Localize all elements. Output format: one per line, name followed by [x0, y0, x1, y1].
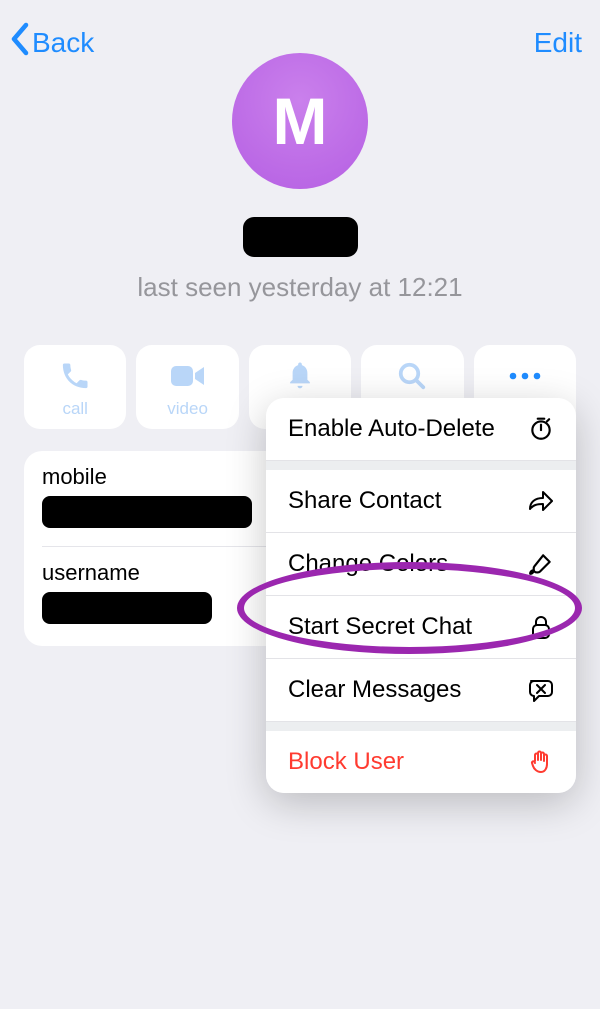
paintbrush-icon — [526, 551, 556, 577]
video-button[interactable]: video — [136, 345, 238, 429]
menu-clear-messages[interactable]: Clear Messages — [266, 658, 576, 721]
menu-item-label: Clear Messages — [288, 676, 461, 704]
share-arrow-icon — [526, 489, 556, 513]
edit-button[interactable]: Edit — [534, 22, 582, 59]
chevron-left-icon — [10, 22, 30, 63]
menu-block-user[interactable]: Block User — [266, 731, 576, 793]
back-button[interactable]: Back — [10, 22, 94, 63]
last-seen-status: last seen yesterday at 12:21 — [0, 272, 600, 303]
menu-share-contact[interactable]: Share Contact — [266, 470, 576, 532]
menu-separator — [266, 721, 576, 731]
video-label: video — [167, 399, 208, 419]
back-label: Back — [32, 27, 94, 59]
more-dots-icon — [474, 359, 576, 393]
call-label: call — [62, 399, 88, 419]
timer-icon — [526, 416, 556, 442]
menu-enable-auto-delete[interactable]: Enable Auto-Delete — [266, 398, 576, 460]
mobile-value — [42, 496, 252, 528]
contact-name — [243, 217, 358, 257]
call-button[interactable]: call — [24, 345, 126, 429]
menu-item-label: Change Colors — [288, 550, 448, 578]
menu-item-label: Block User — [288, 748, 404, 776]
menu-start-secret-chat[interactable]: Start Secret Chat — [266, 595, 576, 658]
menu-item-label: Share Contact — [288, 487, 441, 515]
phone-icon — [24, 359, 126, 393]
menu-separator — [266, 460, 576, 470]
name-block: last seen yesterday at 12:21 — [0, 217, 600, 303]
bell-icon — [249, 359, 351, 393]
search-icon — [361, 359, 463, 393]
menu-item-label: Start Secret Chat — [288, 613, 472, 641]
more-menu-popup: Enable Auto-Delete Share Contact Change … — [266, 398, 576, 793]
hand-stop-icon — [526, 749, 556, 775]
avatar-container: M — [0, 53, 600, 189]
lock-icon — [526, 614, 556, 640]
avatar[interactable]: M — [232, 53, 368, 189]
menu-item-label: Enable Auto-Delete — [288, 415, 495, 443]
menu-change-colors[interactable]: Change Colors — [266, 532, 576, 595]
video-camera-icon — [136, 359, 238, 393]
clear-chat-icon — [526, 677, 556, 703]
username-value — [42, 592, 212, 624]
